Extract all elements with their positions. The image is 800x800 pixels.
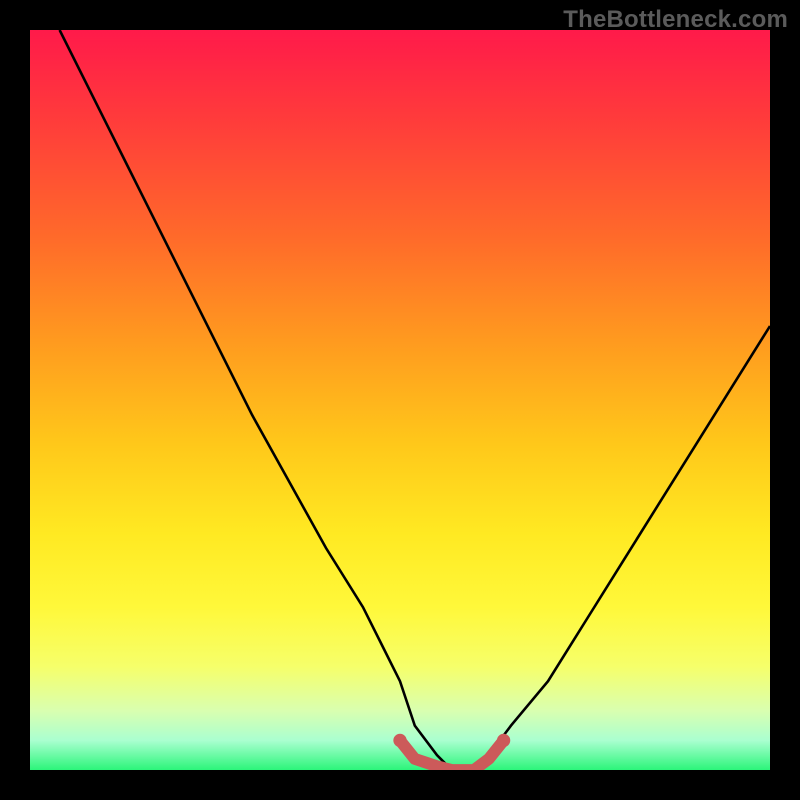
chart-frame: TheBottleneck.com <box>0 0 800 800</box>
highlight-end-dot <box>497 734 510 747</box>
highlight-start-dot <box>393 734 406 747</box>
highlight-segment <box>400 740 504 770</box>
watermark-text: TheBottleneck.com <box>563 6 788 34</box>
curve-layer <box>30 30 770 770</box>
bottleneck-curve <box>60 30 770 770</box>
plot-area <box>30 30 770 770</box>
